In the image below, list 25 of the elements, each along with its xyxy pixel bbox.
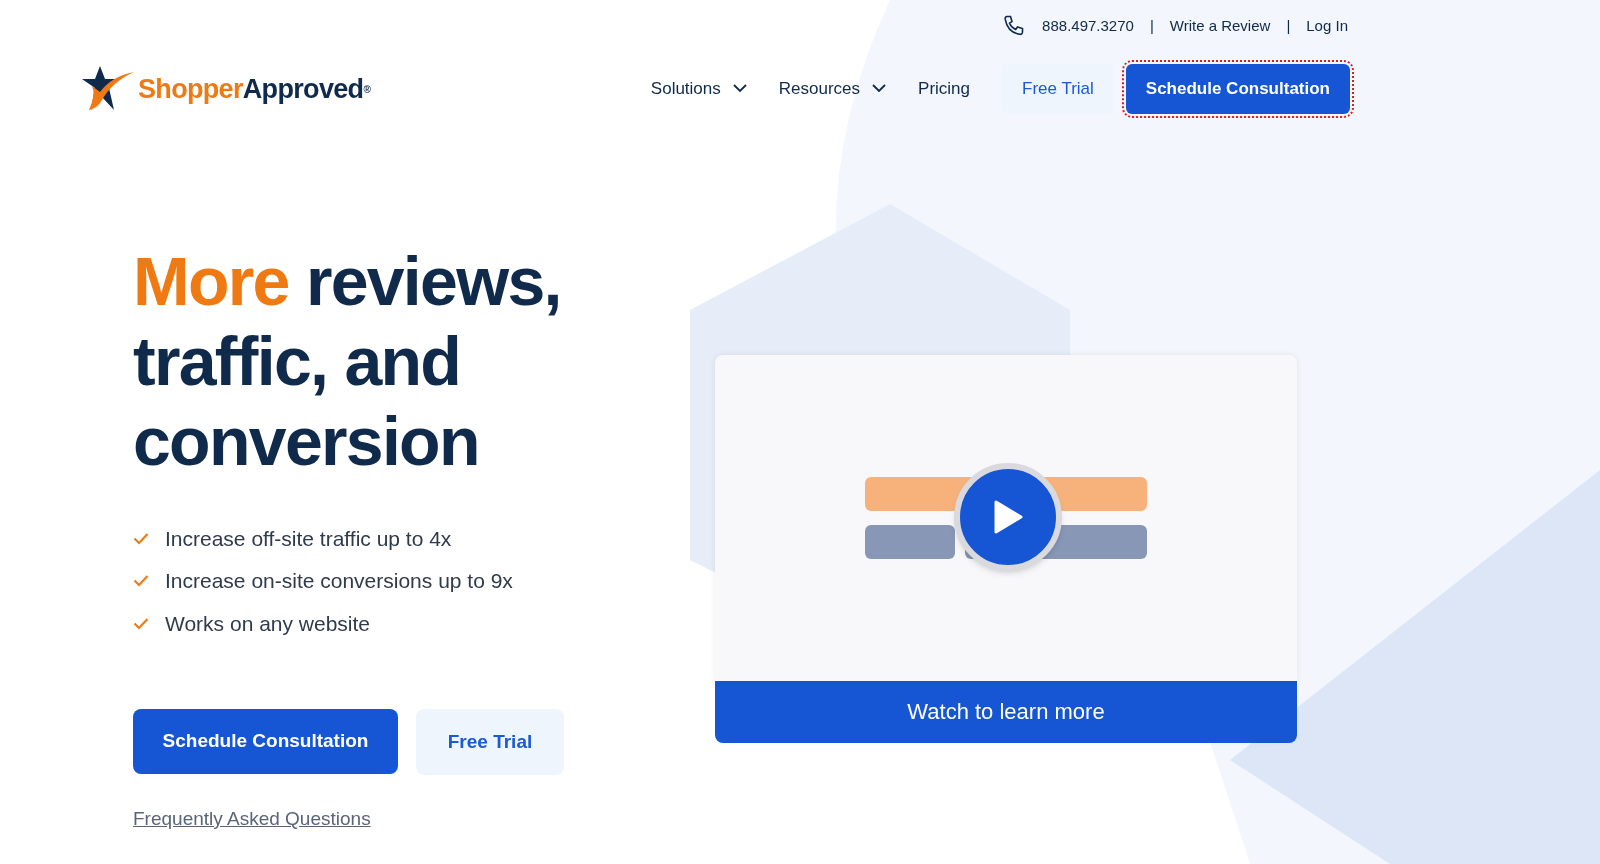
phone-number-link[interactable]: 888.497.3270 <box>1042 14 1134 38</box>
checkmark-icon <box>133 574 149 588</box>
chevron-down-icon <box>732 84 747 94</box>
schedule-consultation-button[interactable]: Schedule Consultation <box>133 709 398 774</box>
benefit-text: Increase off-site traffic up to 4x <box>165 525 452 552</box>
benefit-text: Increase on-site conversions up to 9x <box>165 568 513 594</box>
checkmark-icon <box>133 531 149 545</box>
nav-menu-item[interactable]: Resources <box>762 68 903 110</box>
play-icon <box>993 499 1023 534</box>
write-review-link[interactable]: Write a Review <box>1169 14 1271 38</box>
star-logo-icon <box>82 65 134 112</box>
watch-video-button[interactable]: Watch to learn more <box>715 680 1297 743</box>
checkmark-icon <box>133 616 149 630</box>
benefit-text: Works on any website <box>165 610 371 637</box>
hero-headline: More reviews, traffic, and conversion <box>133 241 562 481</box>
nav-link[interactable]: Pricing <box>902 68 986 110</box>
login-link[interactable]: Log In <box>1306 14 1348 38</box>
separator: | <box>1149 15 1154 36</box>
free-trial-button[interactable]: Free Trial <box>416 709 564 775</box>
free-trial-button[interactable]: Free Trial <box>1002 64 1114 114</box>
nav-menu-item[interactable]: Solutions <box>634 68 763 110</box>
chevron-down-icon <box>872 84 887 94</box>
faq-link[interactable]: Frequently Asked Questions <box>133 805 371 834</box>
logo-wordmark[interactable]: ShopperApproved$^{®}$ <box>138 68 371 109</box>
separator: | <box>1286 15 1291 36</box>
